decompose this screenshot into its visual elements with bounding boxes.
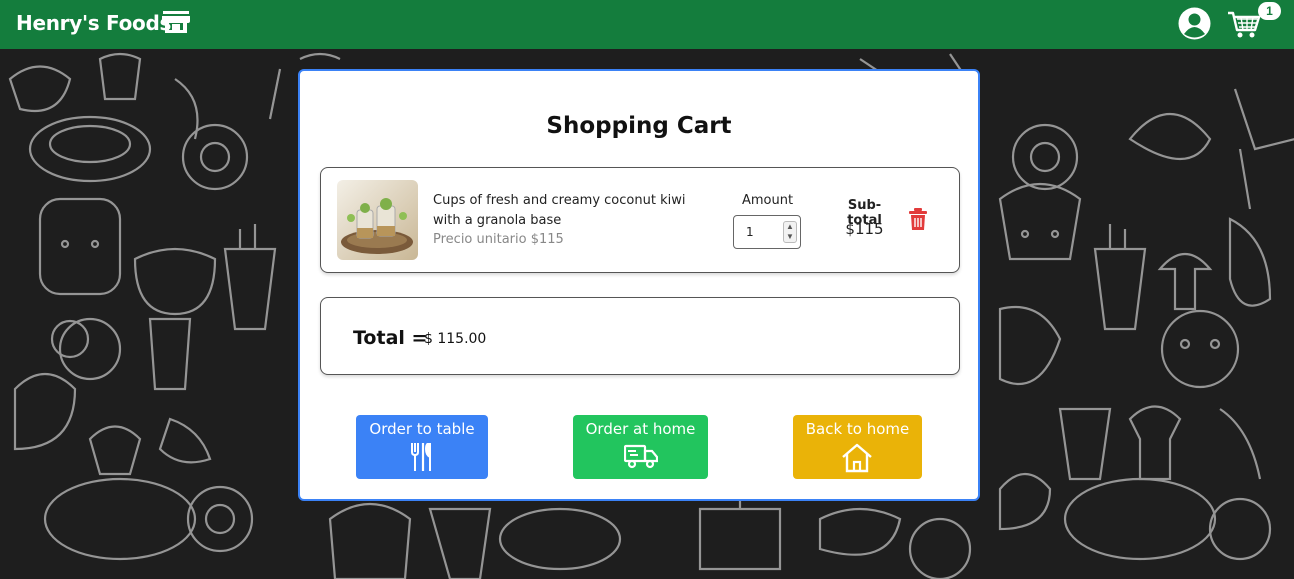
- delivery-truck-icon: [624, 444, 658, 469]
- top-navbar: Henry's Foods 1: [0, 0, 1294, 49]
- total-label: Total =: [353, 327, 428, 349]
- user-circle-icon[interactable]: [1178, 7, 1211, 40]
- shopping-cart-card: Shopping Cart Cups of fresh and creamy c…: [298, 69, 980, 501]
- cart-item: Cups of fresh and creamy coconut kiwi wi…: [320, 167, 960, 273]
- amount-label: Amount: [742, 193, 794, 208]
- cart-icon[interactable]: [1227, 10, 1261, 40]
- order-to-table-button[interactable]: Order to table: [356, 415, 488, 479]
- unit-price: Precio unitario $115: [433, 232, 564, 247]
- subtotal-value: $115: [845, 220, 884, 238]
- utensils-icon: [411, 443, 431, 471]
- amount-value: 1: [746, 225, 754, 239]
- product-name: Cups of fresh and creamy coconut kiwi wi…: [433, 193, 686, 228]
- brand-title[interactable]: Henry's Foods: [16, 11, 171, 35]
- cart-count-badge: 1: [1258, 2, 1281, 20]
- order-at-home-label: Order at home: [585, 420, 696, 438]
- amount-input[interactable]: 1 ▲ ▼: [733, 215, 801, 249]
- store-icon[interactable]: [161, 9, 191, 35]
- chevron-down-icon[interactable]: ▼: [786, 232, 794, 241]
- total-value: $ 115.00: [424, 331, 487, 347]
- amount-stepper[interactable]: ▲ ▼: [783, 221, 797, 243]
- back-to-home-label: Back to home: [805, 420, 910, 438]
- order-to-table-label: Order to table: [369, 420, 475, 438]
- trash-icon[interactable]: [908, 208, 928, 230]
- product-image: [337, 180, 418, 260]
- order-at-home-button[interactable]: Order at home: [573, 415, 708, 479]
- chevron-up-icon[interactable]: ▲: [786, 222, 794, 231]
- back-to-home-button[interactable]: Back to home: [793, 415, 922, 479]
- home-icon: [842, 443, 872, 473]
- page-title: Shopping Cart: [546, 113, 732, 139]
- total-box: Total = $ 115.00: [320, 297, 960, 375]
